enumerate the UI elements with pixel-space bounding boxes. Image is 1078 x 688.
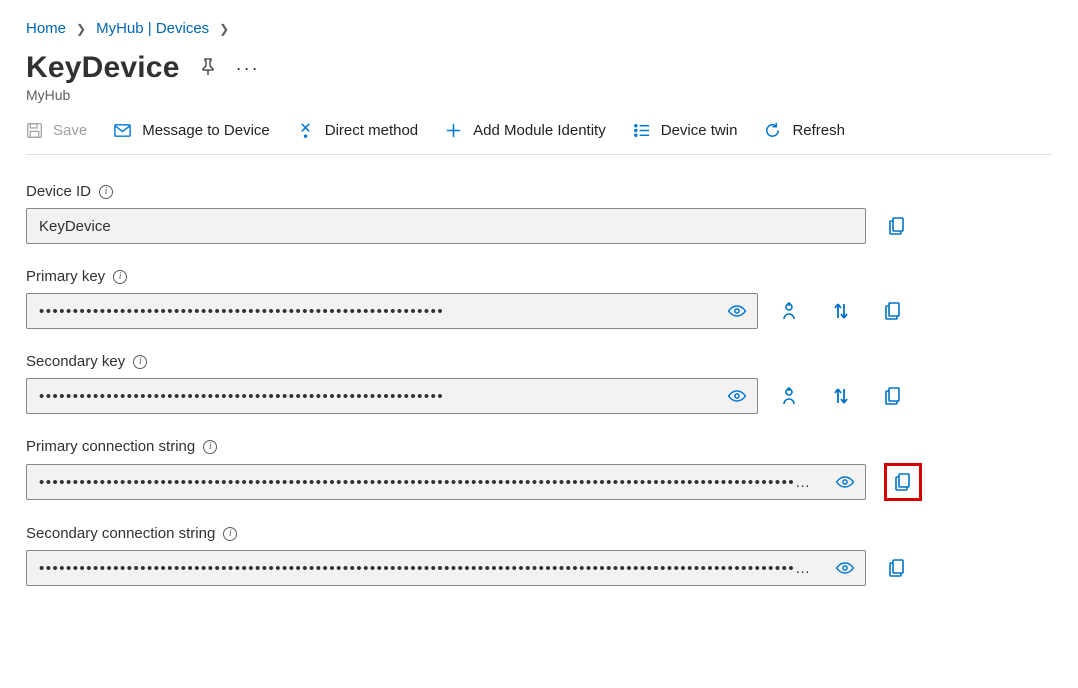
swap-icon[interactable] bbox=[828, 298, 854, 324]
page-subtitle: MyHub bbox=[26, 87, 1052, 103]
primary-conn-label: Primary connection string bbox=[26, 438, 195, 455]
secondary-key-field: Secondary key i bbox=[26, 353, 1052, 414]
copy-icon[interactable] bbox=[880, 383, 906, 409]
reveal-icon[interactable] bbox=[717, 301, 757, 321]
device-id-input[interactable] bbox=[27, 209, 865, 243]
more-icon[interactable]: ··· bbox=[236, 58, 260, 79]
copy-icon[interactable] bbox=[884, 555, 910, 581]
highlighted-copy-target bbox=[884, 463, 922, 501]
primary-key-label: Primary key bbox=[26, 268, 105, 285]
copy-icon[interactable] bbox=[880, 298, 906, 324]
breadcrumb-home[interactable]: Home bbox=[26, 20, 66, 37]
add-module-identity-button[interactable]: Add Module Identity bbox=[444, 121, 606, 140]
refresh-label: Refresh bbox=[792, 122, 845, 139]
secondary-key-input[interactable] bbox=[27, 379, 717, 413]
device-twin-button[interactable]: Device twin bbox=[632, 121, 738, 140]
secondary-conn-label: Secondary connection string bbox=[26, 525, 215, 542]
info-icon[interactable]: i bbox=[113, 270, 127, 284]
reveal-icon[interactable] bbox=[717, 386, 757, 406]
save-label: Save bbox=[53, 122, 87, 139]
save-button: Save bbox=[26, 122, 87, 139]
reveal-icon[interactable] bbox=[825, 472, 865, 492]
info-icon[interactable]: i bbox=[133, 355, 147, 369]
primary-conn-input[interactable] bbox=[27, 465, 825, 499]
primary-connection-string-field: Primary connection string i bbox=[26, 438, 1052, 501]
regenerate-icon[interactable] bbox=[776, 298, 802, 324]
secondary-key-input-wrap bbox=[26, 378, 758, 414]
chevron-right-icon: ❯ bbox=[76, 22, 86, 36]
direct-method-button[interactable]: Direct method bbox=[296, 121, 418, 140]
breadcrumb-hub-devices[interactable]: MyHub | Devices bbox=[96, 20, 209, 37]
toolbar: Save Message to Device Direct method Add… bbox=[26, 121, 1052, 155]
pin-icon[interactable] bbox=[198, 57, 218, 80]
device-id-field: Device ID i bbox=[26, 183, 1052, 244]
primary-key-input-wrap bbox=[26, 293, 758, 329]
page-title: KeyDevice bbox=[26, 51, 180, 85]
info-icon[interactable]: i bbox=[99, 185, 113, 199]
twin-label: Device twin bbox=[661, 122, 738, 139]
device-id-label: Device ID bbox=[26, 183, 91, 200]
addmodule-label: Add Module Identity bbox=[473, 122, 606, 139]
primary-key-field: Primary key i bbox=[26, 268, 1052, 329]
secondary-conn-input[interactable] bbox=[27, 551, 825, 585]
reveal-icon[interactable] bbox=[825, 558, 865, 578]
secondary-key-label: Secondary key bbox=[26, 353, 125, 370]
copy-icon[interactable] bbox=[884, 213, 910, 239]
secondary-connection-string-field: Secondary connection string i bbox=[26, 525, 1052, 586]
secondary-conn-input-wrap bbox=[26, 550, 866, 586]
swap-icon[interactable] bbox=[828, 383, 854, 409]
info-icon[interactable]: i bbox=[203, 440, 217, 454]
refresh-button[interactable]: Refresh bbox=[763, 121, 845, 140]
title-row: KeyDevice ··· bbox=[26, 51, 1052, 85]
breadcrumb: Home ❯ MyHub | Devices ❯ bbox=[26, 20, 1052, 37]
chevron-right-icon: ❯ bbox=[219, 22, 229, 36]
device-id-input-wrap bbox=[26, 208, 866, 244]
copy-icon[interactable] bbox=[890, 469, 916, 495]
regenerate-icon[interactable] bbox=[776, 383, 802, 409]
message-label: Message to Device bbox=[142, 122, 270, 139]
primary-conn-input-wrap bbox=[26, 464, 866, 500]
direct-label: Direct method bbox=[325, 122, 418, 139]
message-to-device-button[interactable]: Message to Device bbox=[113, 121, 270, 140]
info-icon[interactable]: i bbox=[223, 527, 237, 541]
primary-key-input[interactable] bbox=[27, 294, 717, 328]
